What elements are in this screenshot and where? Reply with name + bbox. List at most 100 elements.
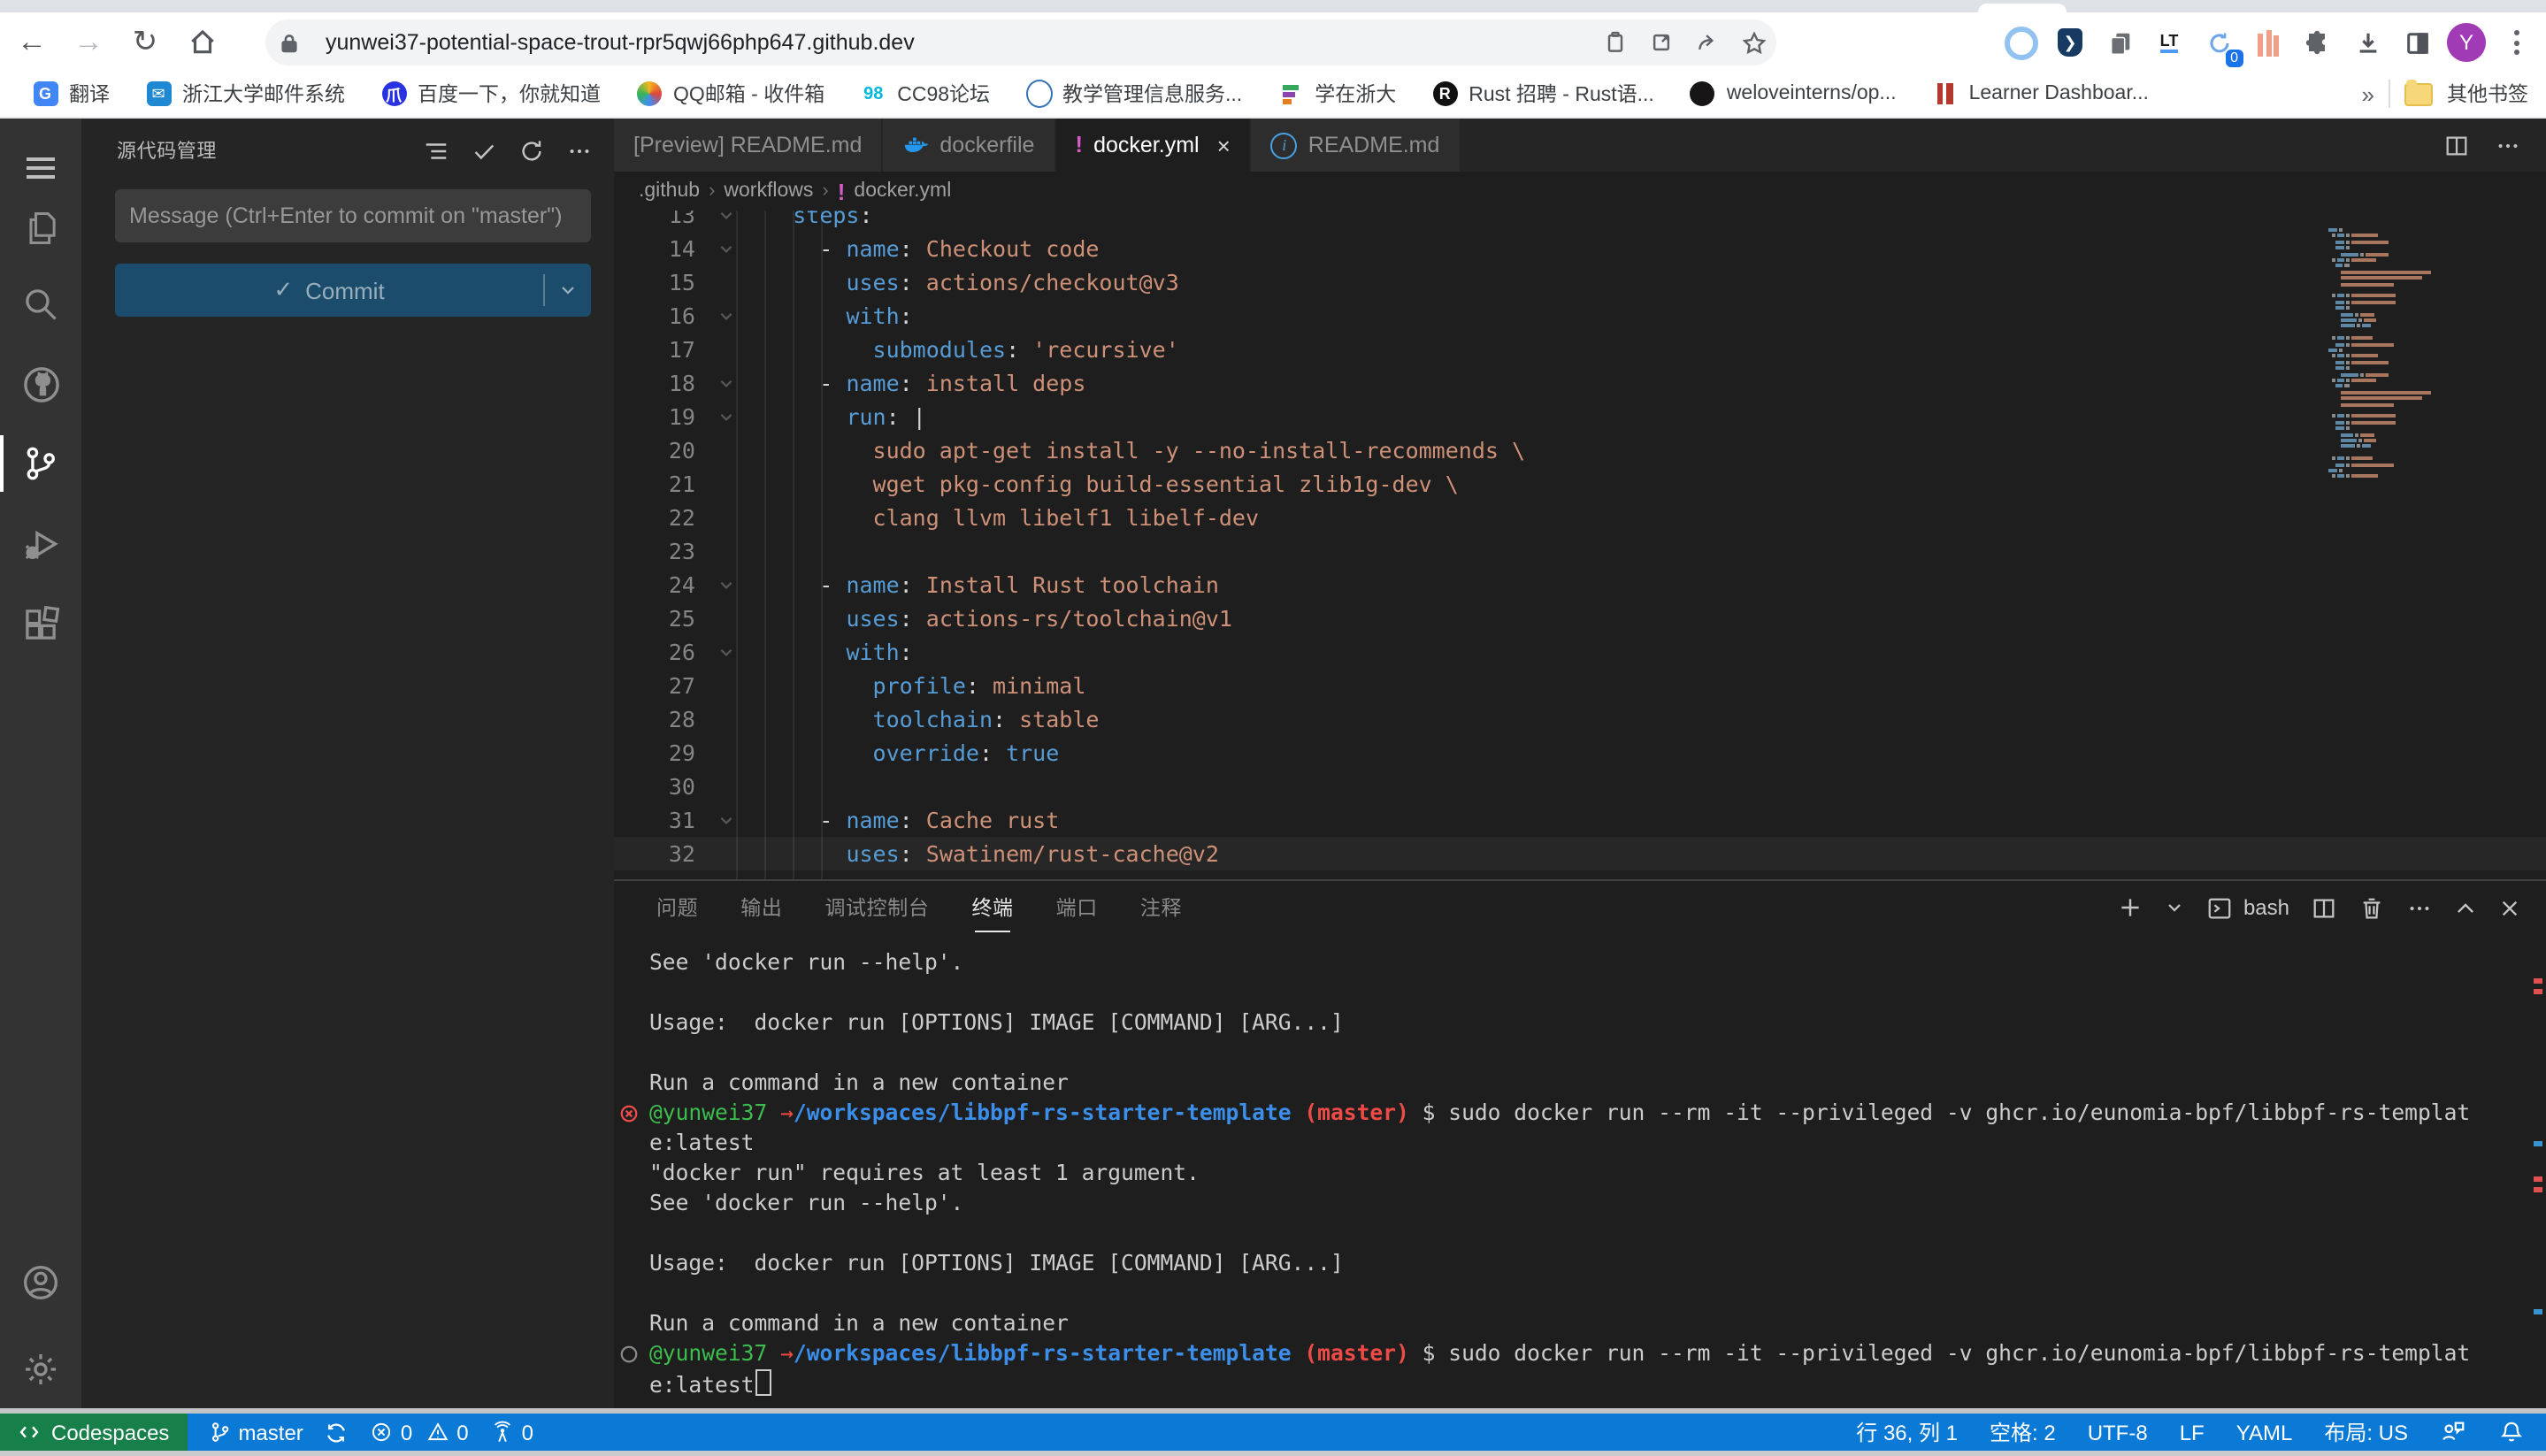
bookmark-baidu[interactable]: 爪百度一下，你就知道 bbox=[366, 74, 615, 113]
code-line-21[interactable]: 21 wget pkg-config build-essential zlib1… bbox=[614, 467, 2546, 501]
extensions-puzzle-icon[interactable] bbox=[2298, 23, 2337, 62]
terminal-output[interactable]: See 'docker run --help'.Usage: docker ru… bbox=[614, 948, 2546, 1415]
code-line-23[interactable]: 23 bbox=[614, 534, 2546, 568]
code-line-18[interactable]: 18 - name: install deps bbox=[614, 366, 2546, 400]
panel-tab-active[interactable]: 终端 bbox=[971, 883, 1013, 932]
fold-chevron-icon[interactable] bbox=[711, 577, 740, 593]
split-editor-icon[interactable] bbox=[2443, 132, 2470, 158]
bookmark-cc98[interactable]: 98CC98论坛 bbox=[846, 74, 1004, 113]
commit-check-icon[interactable] bbox=[471, 137, 497, 164]
browser-profile-avatar[interactable]: Y bbox=[2447, 23, 2486, 62]
bookmark-github[interactable]: weloveinterns/op... bbox=[1676, 75, 1911, 112]
fold-chevron-icon[interactable] bbox=[711, 375, 740, 391]
bookmark-zju-seal[interactable]: 教学管理信息服务... bbox=[1011, 74, 1256, 113]
status-item[interactable]: 布局: US bbox=[2324, 1417, 2408, 1447]
code-line-25[interactable]: 25 uses: actions-rs/toolchain@v1 bbox=[614, 602, 2546, 635]
code-line-29[interactable]: 29 override: true bbox=[614, 736, 2546, 770]
source-control-icon[interactable] bbox=[0, 428, 81, 499]
commit-message-input[interactable]: Message (Ctrl+Enter to commit on "master… bbox=[115, 189, 591, 242]
back-button[interactable]: ← bbox=[7, 17, 57, 66]
code-line-27[interactable]: 27 profile: minimal bbox=[614, 669, 2546, 702]
more-actions-icon[interactable] bbox=[566, 137, 593, 164]
notifications-bell-icon[interactable] bbox=[2498, 1419, 2525, 1445]
bookmark-qq-mail[interactable]: QQ邮箱 - 收件箱 bbox=[622, 74, 839, 113]
commit-button-main[interactable]: ✓ Commit bbox=[115, 276, 543, 304]
reload-button[interactable]: ↻ bbox=[120, 17, 170, 66]
panel-more-icon[interactable] bbox=[2406, 894, 2433, 921]
close-panel-icon[interactable] bbox=[2498, 896, 2521, 919]
code-line-32[interactable]: 32 uses: Swatinem/rust-cache@v2 bbox=[614, 837, 2546, 870]
problems-indicator[interactable]: 0 0 bbox=[371, 1420, 469, 1445]
search-icon[interactable] bbox=[0, 269, 81, 340]
split-terminal-icon[interactable] bbox=[2311, 894, 2337, 921]
refresh-icon[interactable] bbox=[518, 137, 545, 164]
fold-chevron-icon[interactable] bbox=[711, 308, 740, 324]
bookmark-zju-mail[interactable]: ✉浙江大学邮件系统 bbox=[131, 74, 359, 113]
code-line-19[interactable]: 19 run: | bbox=[614, 400, 2546, 433]
code-line-28[interactable]: 28 toolchain: stable bbox=[614, 702, 2546, 736]
sync-changes[interactable] bbox=[325, 1420, 349, 1445]
code-editor[interactable]: 13 steps:14 - name: Checkout code15 uses… bbox=[614, 211, 2546, 879]
status-item[interactable]: 空格: 2 bbox=[1990, 1417, 2056, 1447]
browser-menu-icon[interactable] bbox=[2496, 23, 2535, 62]
bookmark-xuezai-zheda[interactable]: 学在浙大 bbox=[1263, 74, 1410, 113]
kill-terminal-trash-icon[interactable] bbox=[2358, 894, 2385, 921]
other-bookmarks-label[interactable]: 其他书签 bbox=[2447, 80, 2528, 108]
extensions-icon[interactable] bbox=[0, 589, 81, 660]
branch-indicator[interactable]: master bbox=[208, 1420, 303, 1445]
github-icon[interactable] bbox=[0, 349, 81, 419]
panel-tab-item[interactable]: 输出 bbox=[740, 883, 782, 932]
share-icon[interactable] bbox=[1684, 19, 1730, 65]
code-line-31[interactable]: 31 - name: Cache rust bbox=[614, 803, 2546, 837]
fold-chevron-icon[interactable] bbox=[711, 409, 740, 425]
home-button[interactable] bbox=[177, 17, 226, 66]
bookmark-star-icon[interactable] bbox=[1730, 19, 1776, 65]
terminal-shell-label[interactable]: bash bbox=[2243, 895, 2289, 920]
bookmark-translate[interactable]: G翻译 bbox=[18, 74, 124, 113]
account-icon[interactable] bbox=[0, 1247, 81, 1318]
explorer-icon[interactable] bbox=[0, 193, 81, 264]
status-item[interactable]: UTF-8 bbox=[2088, 1417, 2148, 1447]
view-as-list-icon[interactable] bbox=[423, 137, 449, 164]
bookmark-coursera[interactable]: Learner Dashboar... bbox=[1918, 75, 2163, 112]
breadcrumb-item[interactable]: docker.yml bbox=[854, 180, 951, 202]
open-in-window-icon[interactable] bbox=[1638, 19, 1684, 65]
code-line-16[interactable]: 16 with: bbox=[614, 299, 2546, 333]
ports-indicator[interactable]: 0 bbox=[490, 1420, 533, 1445]
fold-chevron-icon[interactable] bbox=[711, 241, 740, 257]
status-item[interactable]: 行 36, 列 1 bbox=[1856, 1417, 1958, 1447]
terminal-dropdown-chevron-icon[interactable] bbox=[2164, 897, 2185, 918]
send-to-device-icon[interactable] bbox=[1592, 19, 1638, 65]
code-line-14[interactable]: 14 - name: Checkout code bbox=[614, 232, 2546, 265]
tab--preview-readme-md[interactable]: [Preview] README.md bbox=[614, 119, 883, 172]
url-bar[interactable]: yunwei37-potential-space-trout-rpr5qwj66… bbox=[265, 19, 1776, 65]
remote-indicator[interactable]: Codespaces bbox=[0, 1414, 187, 1451]
status-item[interactable]: YAML bbox=[2236, 1417, 2293, 1447]
sync-extension-icon[interactable]: 0 bbox=[2199, 23, 2238, 62]
extension-bars-icon[interactable] bbox=[2249, 23, 2288, 62]
run-debug-icon[interactable] bbox=[0, 510, 81, 580]
code-line-22[interactable]: 22 clang llvm libelf1 libelf-dev bbox=[614, 501, 2546, 534]
commit-button[interactable]: ✓ Commit bbox=[115, 264, 591, 317]
panel-tab-item[interactable]: 问题 bbox=[656, 883, 698, 932]
bookmark-rust[interactable]: RRust 招聘 - Rust语... bbox=[1417, 74, 1668, 113]
breadcrumb-item[interactable]: .github bbox=[639, 180, 700, 202]
code-line-20[interactable]: 20 sudo apt-get install -y --no-install-… bbox=[614, 433, 2546, 467]
downloads-icon[interactable] bbox=[2348, 23, 2387, 62]
code-line-15[interactable]: 15 uses: actions/checkout@v3 bbox=[614, 265, 2546, 299]
side-panel-icon[interactable] bbox=[2397, 23, 2436, 62]
bookmarks-overflow-chevron[interactable]: » bbox=[2362, 80, 2374, 107]
minimap[interactable] bbox=[2321, 228, 2463, 485]
code-line-17[interactable]: 17 submodules: 'recursive' bbox=[614, 333, 2546, 366]
code-line-26[interactable]: 26 with: bbox=[614, 635, 2546, 669]
extension-pages-icon[interactable] bbox=[2100, 23, 2139, 62]
close-tab-icon[interactable]: × bbox=[1217, 132, 1231, 158]
code-line-13[interactable]: 13 steps: bbox=[614, 211, 2546, 232]
editor-more-icon[interactable] bbox=[2495, 132, 2521, 158]
panel-tab-item[interactable]: 调试控制台 bbox=[824, 883, 929, 932]
extension-ring-icon[interactable] bbox=[2001, 23, 2040, 62]
panel-tab-item[interactable]: 注释 bbox=[1140, 883, 1182, 932]
tab-readme-md[interactable]: iREADME.md bbox=[1252, 119, 1461, 172]
fold-chevron-icon[interactable] bbox=[711, 812, 740, 828]
breadcrumb-item[interactable]: workflows bbox=[724, 180, 813, 202]
